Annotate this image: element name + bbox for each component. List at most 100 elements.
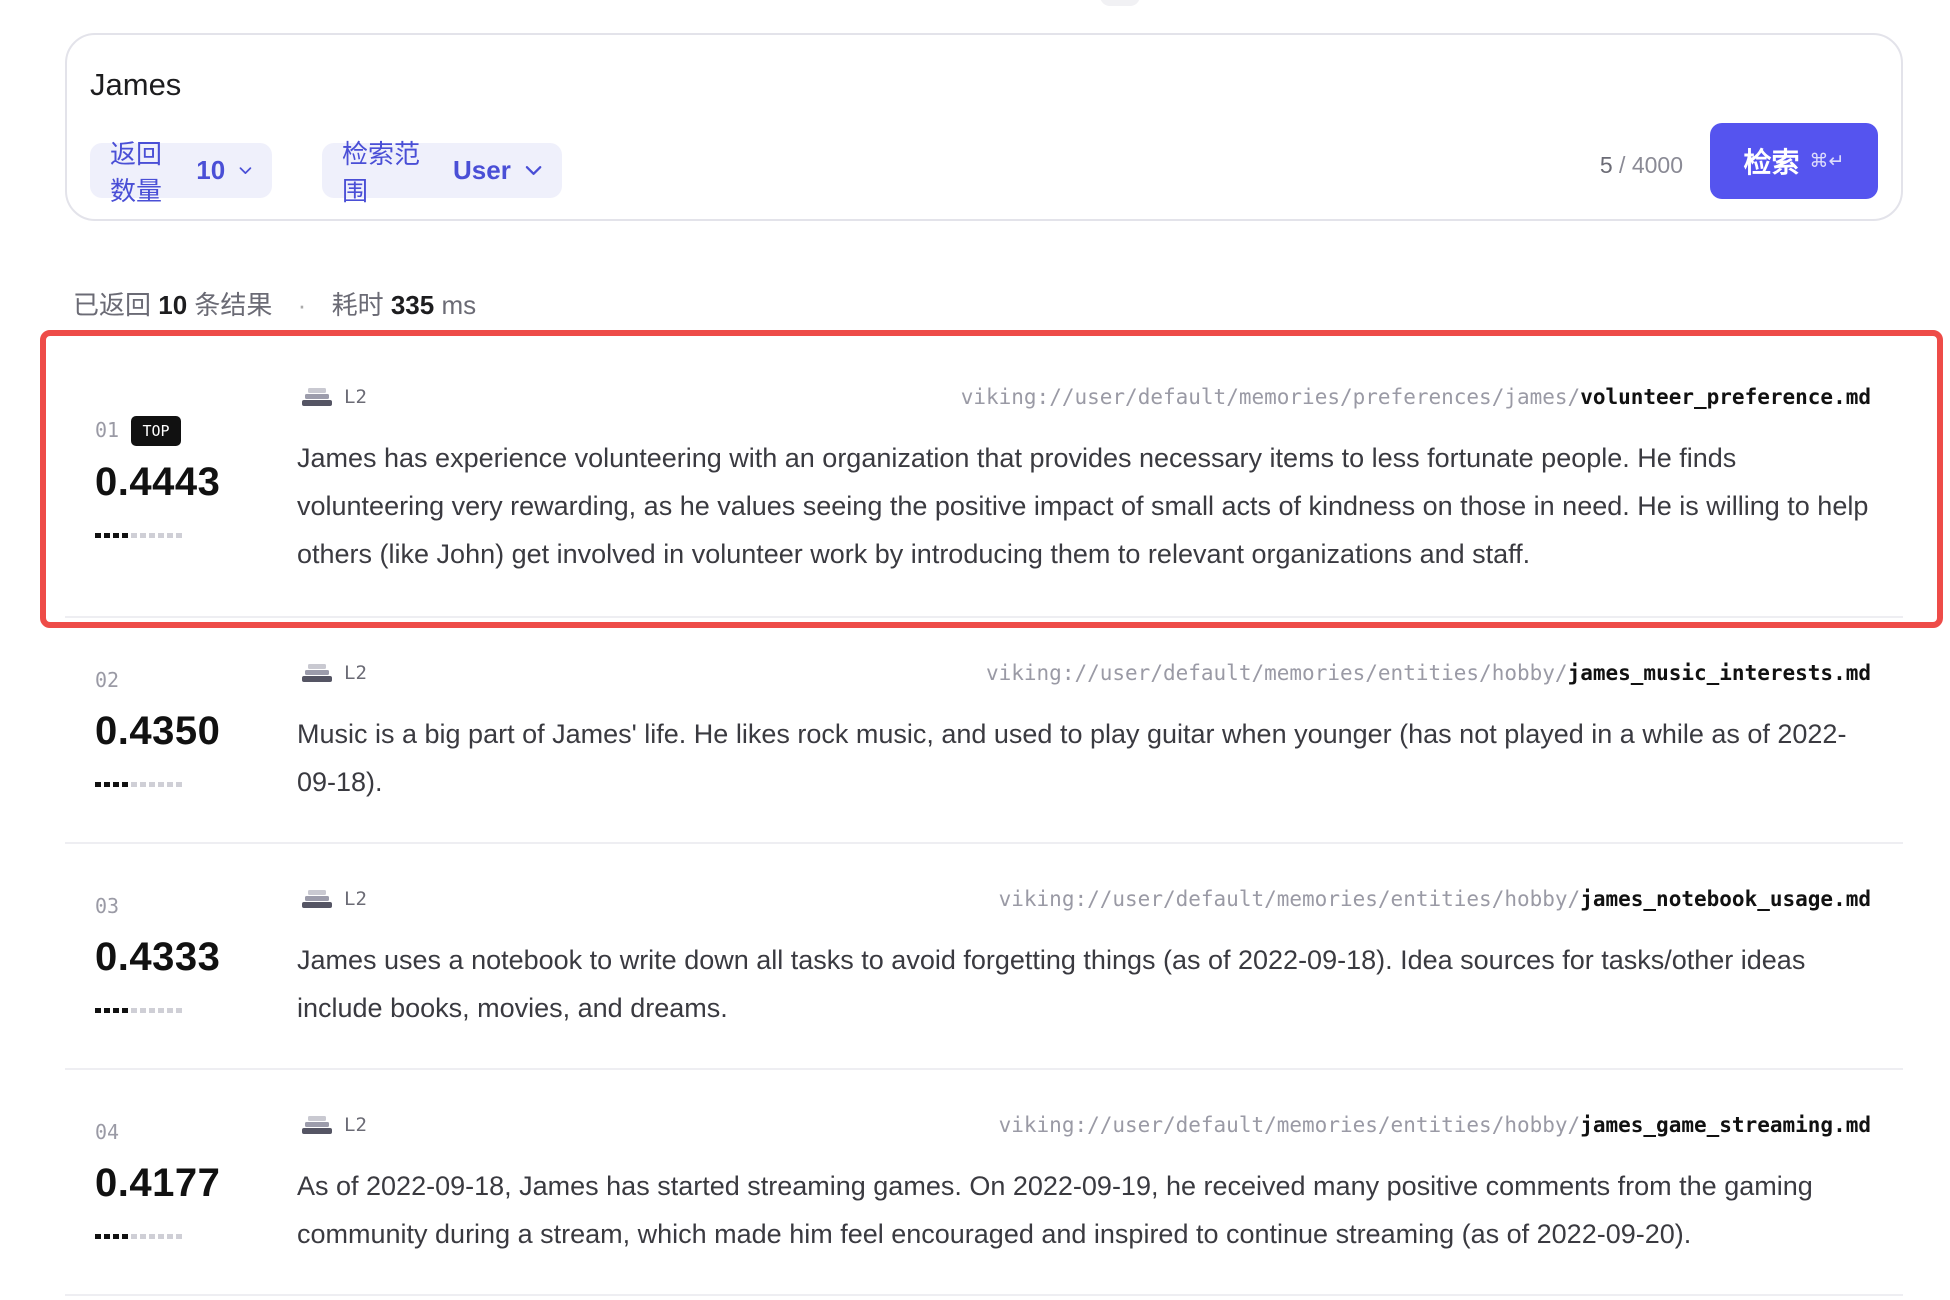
top-badge: TOP — [131, 416, 181, 446]
level-label: L2 — [344, 1114, 367, 1136]
top-handle — [1100, 0, 1140, 6]
score-dot — [167, 782, 173, 787]
layer-stack-icon — [302, 388, 332, 406]
score-bar — [95, 533, 182, 538]
summary-suffix: 条结果 — [194, 290, 273, 320]
result-score: 0.4177 — [95, 1161, 221, 1205]
search-panel: James 返回数量 10 检索范围 User 5 / 4000 检索 ⌘↵ — [65, 33, 1903, 221]
result-item[interactable]: 04 0.4177 L2 viking://user/default/memor… — [65, 1068, 1903, 1296]
score-dot — [113, 1008, 119, 1013]
score-dot — [149, 1234, 155, 1239]
score-dot — [140, 1234, 146, 1239]
summary-prefix: 已返回 — [73, 290, 152, 320]
character-counter: 5 / 4000 — [1600, 152, 1683, 179]
result-rank: 04 — [95, 1120, 120, 1144]
search-scope-value: User — [453, 155, 511, 185]
level-label: L2 — [344, 386, 367, 408]
summary-time-label: 耗时 — [331, 290, 384, 320]
score-dot — [95, 1234, 101, 1239]
score-dot — [131, 782, 137, 787]
result-item[interactable]: 02 0.4350 L2 viking://user/default/memor… — [65, 616, 1903, 844]
score-dot — [122, 533, 128, 538]
score-dot — [176, 1008, 182, 1013]
level-label: L2 — [344, 888, 367, 910]
result-uri-link[interactable]: viking://user/default/memories/preferenc… — [961, 385, 1871, 409]
uri-file: james_notebook_usage.md — [1580, 887, 1871, 911]
summary-time-unit: ms — [441, 290, 477, 320]
summary-time-value: 335 — [390, 290, 435, 320]
search-button-label: 检索 — [1743, 147, 1800, 178]
score-dot — [104, 1234, 110, 1239]
score-dot — [131, 533, 137, 538]
score-dot — [158, 1234, 164, 1239]
result-text: As of 2022-09-18, James has started stre… — [297, 1171, 1813, 1249]
uri-file: james_music_interests.md — [1567, 661, 1871, 685]
layer-stack-icon — [302, 1116, 332, 1134]
level-tag: L2 — [302, 1114, 367, 1136]
score-dot — [131, 1008, 137, 1013]
score-dot — [149, 533, 155, 538]
score-dot — [140, 782, 146, 787]
result-text: James uses a notebook to write down all … — [297, 945, 1806, 1023]
uri-file: james_game_streaming.md — [1580, 1113, 1871, 1137]
result-item[interactable]: 01 TOP 0.4443 L2 viking://user/default/m… — [65, 338, 1903, 618]
score-dot — [113, 1234, 119, 1239]
result-rank: 01 — [95, 418, 120, 442]
score-dot — [131, 1234, 137, 1239]
score-dot — [104, 782, 110, 787]
score-dot — [140, 533, 146, 538]
score-dot — [104, 1008, 110, 1013]
score-dot — [104, 533, 110, 538]
result-count-label: 返回数量 — [110, 138, 163, 206]
score-dot — [122, 1008, 128, 1013]
score-dot — [176, 533, 182, 538]
result-count-value: 10 — [196, 155, 226, 185]
result-uri-link[interactable]: viking://user/default/memories/entities/… — [999, 887, 1871, 911]
uri-path: viking://user/default/memories/entities/… — [985, 661, 1568, 685]
keyboard-shortcut-icon: ⌘↵ — [1809, 150, 1845, 172]
result-uri-link[interactable]: viking://user/default/memories/entities/… — [986, 661, 1871, 685]
score-dot — [167, 533, 173, 538]
score-dot — [95, 1008, 101, 1013]
score-dot — [113, 533, 119, 538]
result-item[interactable]: 03 0.4333 L2 viking://user/default/memor… — [65, 842, 1903, 1070]
score-dot — [158, 533, 164, 538]
search-input[interactable]: James — [90, 67, 181, 103]
layer-stack-icon — [302, 664, 332, 682]
score-dot — [122, 1234, 128, 1239]
uri-file: volunteer_preference.md — [1580, 385, 1871, 409]
layer-stack-icon — [302, 890, 332, 908]
score-dot — [149, 782, 155, 787]
score-dot — [113, 782, 119, 787]
character-count-max: / 4000 — [1619, 152, 1683, 178]
uri-path: viking://user/default/memories/entities/… — [998, 887, 1581, 911]
level-tag: L2 — [302, 888, 367, 910]
result-score: 0.4443 — [95, 460, 221, 504]
result-uri-link[interactable]: viking://user/default/memories/entities/… — [999, 1113, 1871, 1137]
result-count-dropdown[interactable]: 返回数量 10 — [90, 139, 272, 206]
score-dot — [158, 1008, 164, 1013]
score-dot — [95, 782, 101, 787]
score-dot — [176, 1234, 182, 1239]
chevron-down-icon — [239, 166, 252, 174]
results-summary: 已返回 10 条结果 · 耗时 335 ms — [73, 285, 476, 322]
score-dot — [176, 782, 182, 787]
score-dot — [167, 1234, 173, 1239]
score-dot — [95, 533, 101, 538]
result-text: James has experience volunteering with a… — [297, 443, 1869, 569]
uri-path: viking://user/default/memories/entities/… — [998, 1113, 1581, 1137]
score-dot — [167, 1008, 173, 1013]
level-tag: L2 — [302, 386, 367, 408]
character-count-current: 5 — [1599, 152, 1613, 178]
result-rank: 02 — [95, 668, 120, 692]
search-scope-dropdown[interactable]: 检索范围 User — [322, 139, 562, 206]
search-button[interactable]: 检索 ⌘↵ — [1710, 123, 1878, 199]
score-bar — [95, 1234, 182, 1239]
level-tag: L2 — [302, 662, 367, 684]
summary-count: 10 — [158, 290, 188, 320]
chevron-down-icon — [525, 165, 542, 175]
uri-path: viking://user/default/memories/preferenc… — [960, 385, 1581, 409]
score-dot — [149, 1008, 155, 1013]
result-score: 0.4350 — [95, 709, 221, 753]
result-score: 0.4333 — [95, 935, 221, 979]
